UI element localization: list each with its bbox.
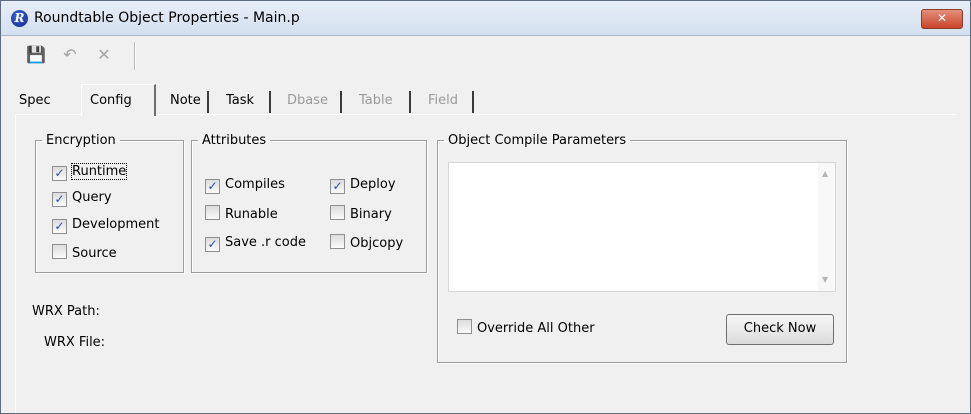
- vertical-scrollbar[interactable]: ▲ ▼: [818, 163, 835, 291]
- tab-divider: [205, 91, 209, 113]
- check-now-button[interactable]: Check Now: [726, 314, 834, 345]
- source-checkbox[interactable]: Source: [52, 244, 117, 262]
- scroll-up-arrow-icon[interactable]: ▲: [822, 169, 828, 178]
- development-checkbox[interactable]: ✓ Development: [52, 216, 160, 234]
- tab-strip: Spec Config Note Task Dbase Table Field: [9, 84, 959, 116]
- checkbox-box: ✓: [52, 219, 67, 234]
- checkbox-label: Override All Other: [477, 321, 595, 336]
- runable-checkbox[interactable]: Runable: [205, 205, 278, 223]
- binary-checkbox[interactable]: Binary: [330, 205, 392, 223]
- override-all-other-checkbox[interactable]: Override All Other: [457, 319, 595, 337]
- checkbox-box: ✓: [330, 179, 345, 194]
- properties-window: R Roundtable Object Properties - Main.p …: [0, 0, 971, 414]
- tab-divider: [470, 91, 474, 113]
- save-icon[interactable]: 💾: [25, 44, 47, 66]
- query-checkbox[interactable]: ✓ Query: [52, 189, 112, 207]
- checkbox-box: ✓: [52, 192, 67, 207]
- checkbox-box: ✓: [52, 166, 67, 181]
- tab-spec[interactable]: Spec: [11, 88, 59, 114]
- deploy-checkbox[interactable]: ✓ Deploy: [330, 176, 396, 194]
- undo-icon[interactable]: ↶: [59, 44, 81, 66]
- checkbox-box: [52, 244, 67, 259]
- tab-divider: [407, 91, 411, 113]
- compile-parameters-legend: Object Compile Parameters: [448, 133, 627, 148]
- checkbox-label: Save .r code: [225, 235, 307, 250]
- checkbox-box: [330, 205, 345, 220]
- tab-note[interactable]: Note: [162, 88, 209, 114]
- tab-field[interactable]: Field: [420, 88, 466, 114]
- tab-table[interactable]: Table: [351, 88, 401, 114]
- checkbox-label: Query: [72, 190, 112, 205]
- checkbox-label: Deploy: [350, 177, 396, 192]
- tab-divider: [267, 91, 271, 113]
- checkbox-label: Source: [72, 246, 117, 261]
- save-r-code-checkbox[interactable]: ✓ Save .r code: [205, 234, 306, 252]
- tab-config[interactable]: Config: [81, 84, 156, 116]
- encryption-legend: Encryption: [46, 133, 116, 148]
- runtime-checkbox[interactable]: ✓ Runtime: [52, 163, 128, 181]
- checkbox-box: [457, 319, 472, 334]
- checkbox-box: [330, 234, 345, 249]
- close-button[interactable]: ✕: [921, 9, 963, 29]
- window-title: Roundtable Object Properties - Main.p: [34, 10, 300, 26]
- checkbox-label: Binary: [350, 207, 392, 222]
- checkbox-box: ✓: [205, 179, 220, 194]
- toolbar-separator: [134, 42, 136, 70]
- checkbox-label: Compiles: [225, 177, 285, 192]
- delete-icon[interactable]: ✕: [93, 44, 115, 66]
- compiles-checkbox[interactable]: ✓ Compiles: [205, 176, 285, 194]
- title-bar: R Roundtable Object Properties - Main.p …: [1, 1, 970, 36]
- scroll-down-arrow-icon[interactable]: ▼: [822, 275, 828, 284]
- toolbar: 💾 ↶ ✕: [9, 40, 959, 77]
- checkbox-label: Runable: [225, 207, 278, 222]
- tab-divider: [338, 91, 342, 113]
- checkbox-label: Runtime: [70, 163, 128, 180]
- checkbox-label: Development: [72, 217, 160, 232]
- compile-parameters-textarea[interactable]: ▲ ▼: [448, 162, 836, 292]
- wrx-path-label: WRX Path:: [32, 304, 100, 319]
- checkbox-box: ✓: [205, 237, 220, 252]
- wrx-file-label: WRX File:: [44, 335, 106, 350]
- objcopy-checkbox[interactable]: Objcopy: [330, 234, 403, 252]
- tab-dbase[interactable]: Dbase: [279, 88, 336, 114]
- tab-task[interactable]: Task: [218, 88, 262, 114]
- checkbox-label: Objcopy: [350, 236, 404, 251]
- attributes-legend: Attributes: [202, 133, 267, 148]
- checkbox-box: [205, 205, 220, 220]
- roundtable-app-icon: R: [11, 10, 28, 27]
